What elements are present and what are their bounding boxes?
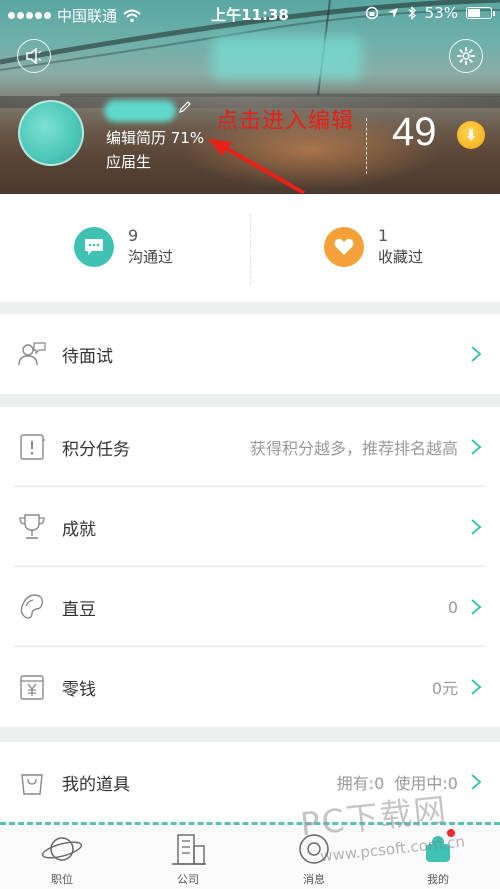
building-icon bbox=[148, 831, 228, 867]
gear-icon bbox=[457, 47, 475, 65]
battery-icon bbox=[466, 7, 495, 19]
stat-count: 9 bbox=[128, 226, 139, 245]
planet-icon bbox=[22, 831, 102, 867]
chevron-right-icon bbox=[471, 346, 482, 362]
chevron-right-icon bbox=[471, 519, 482, 535]
announcement-button[interactable] bbox=[17, 39, 51, 73]
status-bar: 中国联通 上午11:38 53% bbox=[0, 0, 500, 28]
chevron-right-icon bbox=[471, 599, 482, 615]
menu-value: 0 bbox=[447, 597, 458, 617]
chat-bubble-icon bbox=[74, 227, 114, 267]
user-role: 应届生 bbox=[106, 153, 152, 171]
trophy-icon bbox=[16, 511, 48, 543]
coin-icon[interactable] bbox=[457, 121, 485, 149]
chevron-right-icon bbox=[471, 774, 482, 790]
tab-label: 消息 bbox=[303, 873, 325, 886]
menu-section-interview: 待面试 bbox=[0, 314, 500, 394]
bluetooth-icon bbox=[408, 6, 416, 20]
menu-label: 我的道具 bbox=[62, 774, 130, 795]
tab-jobs[interactable]: 职位 bbox=[22, 831, 102, 887]
header-divider bbox=[366, 118, 367, 174]
speaker-icon bbox=[26, 48, 42, 64]
menu-label: 待面试 bbox=[62, 346, 113, 367]
stats-row: 9 沟通过 1 收藏过 bbox=[0, 194, 500, 302]
stat-label: 沟通过 bbox=[128, 248, 174, 266]
annotation-arrow-icon bbox=[208, 139, 305, 194]
interview-people-icon bbox=[16, 338, 48, 370]
tab-label: 我的 bbox=[427, 873, 449, 886]
avatar[interactable] bbox=[18, 100, 84, 166]
heart-icon bbox=[324, 227, 364, 267]
bean-icon bbox=[16, 591, 48, 623]
battery-percent: 53% bbox=[424, 4, 458, 22]
menu-label: 直豆 bbox=[62, 599, 96, 620]
stats-divider bbox=[250, 214, 251, 284]
settings-button[interactable] bbox=[449, 39, 483, 73]
location-arrow-icon bbox=[387, 8, 398, 18]
menu-value: 获得积分越多，推荐排名越高 bbox=[249, 439, 458, 458]
blurred-region bbox=[212, 36, 362, 80]
edit-resume-link[interactable]: 编辑简历 71% bbox=[106, 127, 204, 148]
points-value[interactable]: 49 bbox=[392, 110, 437, 155]
menu-label: 零钱 bbox=[62, 679, 96, 700]
menu-item-tasks[interactable]: 积分任务 获得积分越多，推荐排名越高 bbox=[0, 407, 500, 487]
stat-count: 1 bbox=[378, 226, 389, 245]
bag-icon bbox=[16, 766, 48, 798]
menu-item-achievements[interactable]: 成就 bbox=[0, 487, 500, 567]
menu-item-interview[interactable]: 待面试 bbox=[0, 314, 500, 394]
menu-section-main: 积分任务 获得积分越多，推荐排名越高 成就 直豆 0 零钱 0元 bbox=[0, 407, 500, 727]
stat-label: 收藏过 bbox=[378, 248, 424, 266]
menu-value: 0元 bbox=[431, 679, 458, 698]
menu-item-change[interactable]: 零钱 0元 bbox=[0, 647, 500, 727]
tab-label: 公司 bbox=[177, 873, 199, 886]
user-name-blurred bbox=[104, 100, 176, 122]
menu-label: 成就 bbox=[62, 519, 96, 540]
rotation-lock-icon bbox=[365, 6, 378, 20]
stat-communicated[interactable]: 9 沟通过 bbox=[74, 226, 173, 268]
tab-label: 职位 bbox=[51, 873, 73, 886]
wallet-yuan-icon bbox=[16, 671, 48, 703]
chevron-right-icon bbox=[471, 439, 482, 455]
menu-item-beans[interactable]: 直豆 0 bbox=[0, 567, 500, 647]
profile-header: 中国联通 上午11:38 53% 编辑简历 71% 应届生 点击进入编辑 49 bbox=[0, 0, 500, 194]
annotation-text: 点击进入编辑 bbox=[216, 109, 355, 134]
menu-label: 积分任务 bbox=[62, 439, 130, 460]
tab-company[interactable]: 公司 bbox=[148, 831, 228, 887]
pencil-edit-icon[interactable] bbox=[178, 100, 192, 114]
task-icon bbox=[16, 431, 48, 463]
chevron-right-icon bbox=[471, 679, 482, 695]
stat-favorited[interactable]: 1 收藏过 bbox=[324, 226, 423, 268]
